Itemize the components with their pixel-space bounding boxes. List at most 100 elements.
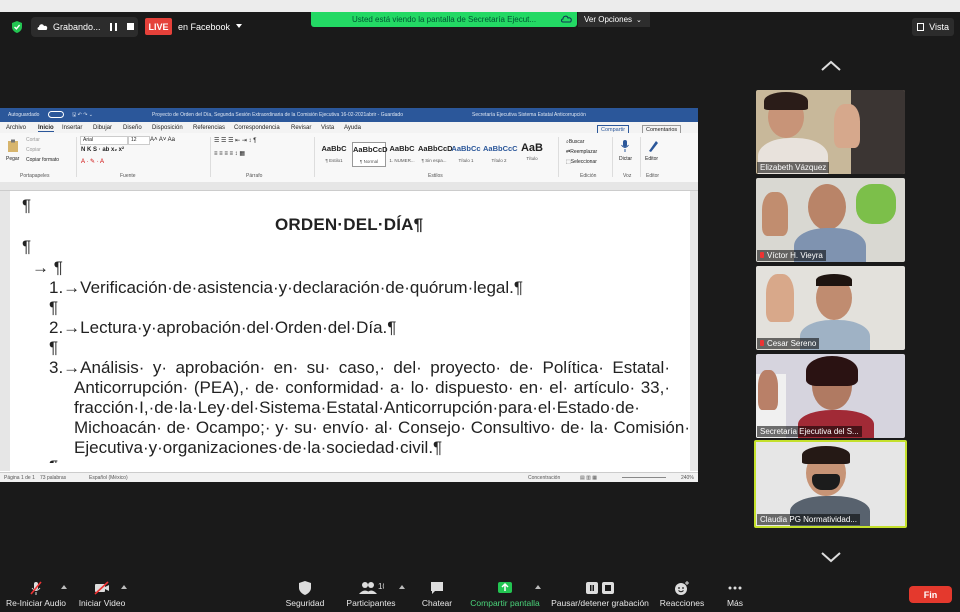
pause-recording-icon[interactable] <box>110 23 117 31</box>
agenda-item-2: 2.→Lectura·y·aprobación·del·Orden·del·Dí… <box>49 318 397 337</box>
tab-dibujar[interactable]: Dibujar <box>93 125 112 131</box>
font-color-buttons[interactable]: A · ✎ · A <box>81 158 104 165</box>
participants-icon: 10 <box>359 582 384 594</box>
quick-access-icons[interactable]: 🖫 ↶ ↷ ⌄ <box>72 112 93 120</box>
status-language[interactable]: Español (México) <box>89 475 128 481</box>
reactions-button[interactable]: Reacciones <box>658 580 706 610</box>
view-mode-icons[interactable]: ▤ ▥ ▦ <box>580 475 597 481</box>
tab-disposicion[interactable]: Disposición <box>152 125 183 131</box>
recording-indicator[interactable]: Grabando... <box>31 17 138 37</box>
list-buttons[interactable]: ☰ ☰ ☰ ⇤ ⇥ ↕ ¶ <box>214 137 256 144</box>
security-button[interactable]: Seguridad <box>280 580 330 610</box>
participant-tile[interactable]: Cesar Sereno <box>756 266 905 350</box>
chevron-down-icon[interactable] <box>236 24 242 28</box>
participant-tile[interactable]: Elizabeth Vázquez <box>756 90 905 174</box>
word-ribbon: Pegar Cortar Copiar Copiar formato Porta… <box>0 133 698 183</box>
tab-correspondencia[interactable]: Correspondencia <box>234 125 280 131</box>
participant-tile[interactable]: Víctor H. Vieyra <box>756 178 905 262</box>
share-screen-button[interactable]: Compartir pantalla <box>468 580 542 610</box>
chevron-down-icon[interactable] <box>820 550 842 564</box>
recording-controls[interactable]: Pausar/detener grabación <box>550 580 650 610</box>
tab-revisar[interactable]: Revisar <box>291 125 311 131</box>
cut-button[interactable]: Cortar <box>26 137 40 143</box>
style-numer[interactable]: AaBbC 1. NUMER... <box>386 142 418 165</box>
font-size-field[interactable]: 12 <box>128 136 150 145</box>
view-options-dropdown[interactable]: Ver Opciones ⌄ <box>578 12 650 27</box>
share-screen-label: Compartir pantalla <box>470 598 540 608</box>
unmute-label: Re-Iniciar Audio <box>5 598 66 608</box>
style-sin-espaciado[interactable]: AaBbCcD ¶ Sin espa... <box>418 142 453 165</box>
pilcrow: ¶ <box>22 196 32 215</box>
group-voice: Voz <box>623 173 632 179</box>
chat-button[interactable]: Chatear <box>418 580 456 610</box>
ruler[interactable] <box>0 182 698 191</box>
tab-ayuda[interactable]: Ayuda <box>344 125 361 131</box>
paste-label: Pegar <box>6 156 20 162</box>
live-destination[interactable]: en Facebook <box>178 17 230 37</box>
participant-tile-active-speaker[interactable]: Claudia PG Normatividad... <box>754 440 907 528</box>
format-painter-button[interactable]: Copiar formato <box>26 157 59 163</box>
muted-mic-icon <box>760 340 764 346</box>
smiley-plus-icon <box>675 581 689 595</box>
participant-tile[interactable]: Secretaría Ejecutiva del S... <box>756 354 905 438</box>
security-label: Seguridad <box>285 598 325 608</box>
align-buttons[interactable]: ≡ ≡ ≡ ≡ ↕ ▦ <box>214 150 245 157</box>
tab-diseno[interactable]: Diseño <box>123 125 142 131</box>
share-options-caret[interactable] <box>535 585 541 589</box>
group-editor: Editor <box>646 173 660 179</box>
word-status-bar: Página 1 de 1 73 palabras Español (Méxic… <box>0 472 698 482</box>
tab-vista[interactable]: Vista <box>321 125 334 131</box>
document-margin-right <box>690 191 698 471</box>
view-options-label: Ver Opciones <box>584 15 633 24</box>
status-words[interactable]: 73 palabras <box>40 475 66 481</box>
chevron-up-icon[interactable] <box>820 59 842 73</box>
select-button[interactable]: ⬚ Seleccionar <box>566 159 597 165</box>
replace-button[interactable]: ⇄ Reemplazar <box>566 149 597 155</box>
style-titulo[interactable]: AaB Título <box>516 142 548 165</box>
view-button[interactable]: Vista <box>912 18 954 36</box>
audio-options-caret[interactable] <box>61 585 67 589</box>
unmute-button[interactable]: Re-Iniciar Audio <box>4 580 68 610</box>
tab-inicio[interactable]: Inicio <box>38 125 54 132</box>
tab-insertar[interactable]: Insertar <box>62 125 82 131</box>
shield-check-icon[interactable] <box>10 20 24 34</box>
reactions-label: Reacciones <box>659 598 705 608</box>
font-size-buttons[interactable]: A˄ A˅ Aa <box>150 137 175 143</box>
group-paragraph: Párrafo <box>246 173 263 179</box>
tab-referencias[interactable]: Referencias <box>193 125 225 131</box>
status-focus[interactable]: Concentración <box>528 475 560 481</box>
raised-hand <box>758 370 778 410</box>
account-name[interactable]: Secretaría Ejecutiva Sistema Estatal Ant… <box>472 112 586 118</box>
style-normal[interactable]: AaBbCcD ¶ Normal <box>352 142 388 167</box>
participant-hair <box>802 446 850 464</box>
tab-archivo[interactable]: Archivo <box>6 125 26 131</box>
group-editing: Edición <box>580 173 597 179</box>
format-buttons[interactable]: N K S · ab x₂ x² <box>81 147 124 153</box>
style-estilo1[interactable]: AaBbC ¶ Estilo1 <box>318 142 350 165</box>
autosave-toggle[interactable] <box>48 111 64 118</box>
stop-recording-icon[interactable] <box>127 23 134 30</box>
more-button[interactable]: Más <box>720 580 750 610</box>
copy-button[interactable]: Copiar <box>26 147 41 153</box>
paste-icon[interactable] <box>7 139 19 153</box>
participants-options-caret[interactable] <box>399 585 405 589</box>
zoom-slider[interactable] <box>622 477 666 478</box>
participants-button[interactable]: 10 Participantes <box>341 580 401 610</box>
style-titulo1[interactable]: AaBbCc Título 1 <box>450 142 482 165</box>
svg-text:10: 10 <box>378 582 384 591</box>
font-name-field[interactable]: Arial <box>80 136 128 145</box>
participant-hair <box>806 356 858 386</box>
raised-hand <box>766 274 794 322</box>
status-page[interactable]: Página 1 de 1 <box>4 475 35 481</box>
video-options-caret[interactable] <box>121 585 127 589</box>
participant-name: Claudia PG Normatividad... <box>757 514 860 525</box>
style-titulo2[interactable]: AaBbCcC Título 2 <box>483 142 518 165</box>
end-meeting-button[interactable]: Fin <box>909 586 952 603</box>
find-button[interactable]: ⌕ Buscar <box>566 139 584 145</box>
editor-icon[interactable] <box>647 139 659 153</box>
microphone-icon[interactable] <box>620 139 630 153</box>
dictate-label: Dictar <box>619 156 633 162</box>
top-edge-strip <box>0 0 960 12</box>
status-zoom[interactable]: 240% <box>681 475 694 481</box>
meeting-toolbar: Re-Iniciar Audio Iniciar Video Seguridad… <box>0 576 960 612</box>
